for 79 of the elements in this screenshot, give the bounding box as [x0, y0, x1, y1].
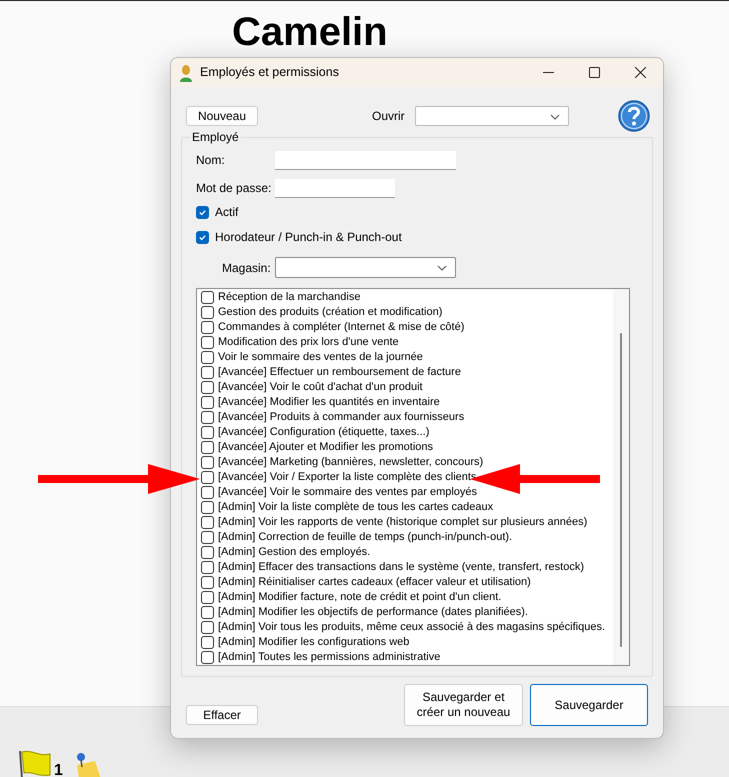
checkbox[interactable]: [201, 516, 214, 529]
permission-item[interactable]: [Admin] Modifier facture, note de crédit et point d'un client.: [201, 590, 613, 605]
name-field[interactable]: [275, 150, 456, 170]
checkbox[interactable]: [201, 306, 214, 319]
permission-item[interactable]: [Admin] Correction de feuille de temps (punch-in/punch-out).: [201, 530, 613, 545]
permission-item[interactable]: [Admin] Toutes les permissions administrative: [201, 650, 613, 665]
checkbox[interactable]: [201, 531, 214, 544]
permission-item[interactable]: [Avancée] Voir le coût d'achat d'un produit: [201, 380, 613, 395]
flag-count: 1: [54, 763, 63, 777]
password-label: Mot de passe:: [196, 180, 272, 197]
chevron-down-icon: [437, 265, 447, 271]
open-label: Ouvrir: [372, 108, 405, 124]
checkbox[interactable]: [201, 426, 214, 439]
flag-icon: [18, 749, 52, 777]
checkbox[interactable]: [201, 351, 214, 364]
permission-item[interactable]: Modification des prix lors d'une vente: [201, 335, 613, 350]
new-button[interactable]: Nouveau: [186, 106, 258, 126]
store-label: Magasin:: [221, 260, 272, 276]
permission-item[interactable]: [Admin] Modifier les configurations web: [201, 635, 613, 650]
checkbox[interactable]: [201, 471, 214, 484]
checkbox[interactable]: [201, 411, 214, 424]
checkmark-icon: [198, 208, 207, 216]
checkbox[interactable]: [201, 546, 214, 559]
store-dropdown[interactable]: [275, 257, 456, 278]
checkbox[interactable]: [201, 606, 214, 619]
chevron-down-icon: [550, 114, 560, 120]
save-button[interactable]: Sauvegarder: [530, 684, 648, 726]
checkbox[interactable]: [201, 366, 214, 379]
checkbox[interactable]: [201, 576, 214, 589]
window-title: Employés et permissions: [200, 64, 339, 82]
checkbox[interactable]: [201, 561, 214, 574]
help-icon[interactable]: [618, 100, 650, 132]
checkbox[interactable]: [196, 206, 209, 218]
checkbox[interactable]: [201, 396, 214, 409]
page-heading: Camelin: [232, 12, 388, 52]
checkbox[interactable]: [201, 441, 214, 454]
checkbox-label: Actif: [215, 204, 238, 221]
permission-item[interactable]: [Avancée] Modifier les quantités en inventaire: [201, 395, 613, 410]
checkbox-label: Horodateur / Punch-in & Punch-out: [215, 229, 402, 246]
person-icon: [179, 64, 193, 82]
permission-item[interactable]: Gestion des produits (création et modification): [201, 305, 613, 320]
permission-item[interactable]: [Admin] Voir la liste complète de tous les cartes cadeaux: [201, 500, 613, 515]
permission-item[interactable]: Voir le sommaire des ventes de la journée: [201, 350, 613, 365]
save-and-new-button[interactable]: Sauvegarder et créer un nouveau: [404, 684, 523, 726]
maximize-icon: [588, 67, 600, 78]
permission-item[interactable]: [Avancée] Produits à commander aux fournisseurs: [201, 410, 613, 425]
checkmark-icon: [198, 232, 207, 242]
checkbox[interactable]: [201, 501, 214, 514]
group-legend: Employé: [190, 130, 241, 144]
checkbox[interactable]: [196, 230, 209, 244]
close-icon: [634, 67, 646, 78]
checkbox[interactable]: [201, 486, 214, 499]
clear-button[interactable]: Effacer: [186, 705, 258, 725]
minimize-icon: [542, 72, 554, 73]
checkbox[interactable]: [201, 636, 214, 649]
permission-item[interactable]: Commandes à compléter (Internet & mise de côté): [201, 320, 613, 335]
permission-item[interactable]: [Admin] Réinitialiser cartes cadeaux (effacer valeur et utilisation): [201, 575, 613, 590]
checkbox[interactable]: [201, 336, 214, 349]
checkbox[interactable]: [201, 381, 214, 394]
permission-item[interactable]: [Admin] Gestion des employés.: [201, 545, 613, 560]
permission-item[interactable]: [Avancée] Effectuer un remboursement de facture: [201, 365, 613, 380]
permission-item[interactable]: [Avancée] Voir le sommaire des ventes par employés: [201, 485, 613, 500]
permission-item[interactable]: [Avancée] Configuration (étiquette, taxes...): [201, 425, 613, 440]
checkbox[interactable]: [201, 456, 214, 469]
checkbox[interactable]: [201, 621, 214, 634]
permission-item[interactable]: [Avancée] Ajouter et Modifier les promotions: [201, 440, 613, 455]
checkbox[interactable]: [201, 321, 214, 334]
scrollbar[interactable]: [613, 289, 629, 665]
permission-item[interactable]: [Admin] Modifier les objectifs de performance (dates planifiées).: [201, 605, 613, 620]
checkbox[interactable]: [201, 651, 214, 664]
checkbox[interactable]: [201, 291, 214, 304]
name-label: Nom:: [196, 152, 226, 169]
permission-item[interactable]: [Admin] Effacer des transactions dans le système (vente, transfert, restock): [201, 560, 613, 575]
permission-item[interactable]: [Admin] Voir les rapports de vente (historique complet sur plusieurs années): [201, 515, 613, 530]
permission-item[interactable]: [Avancée] Marketing (bannières, newsletter, concours): [201, 455, 613, 470]
checkbox[interactable]: [201, 591, 214, 604]
permission-item[interactable]: [Admin] Voir tous les produits, même ceux associé à des magasins spécifiques.: [201, 620, 613, 635]
password-field[interactable]: [275, 178, 395, 198]
permission-item[interactable]: Réception de la marchandise: [201, 290, 613, 305]
